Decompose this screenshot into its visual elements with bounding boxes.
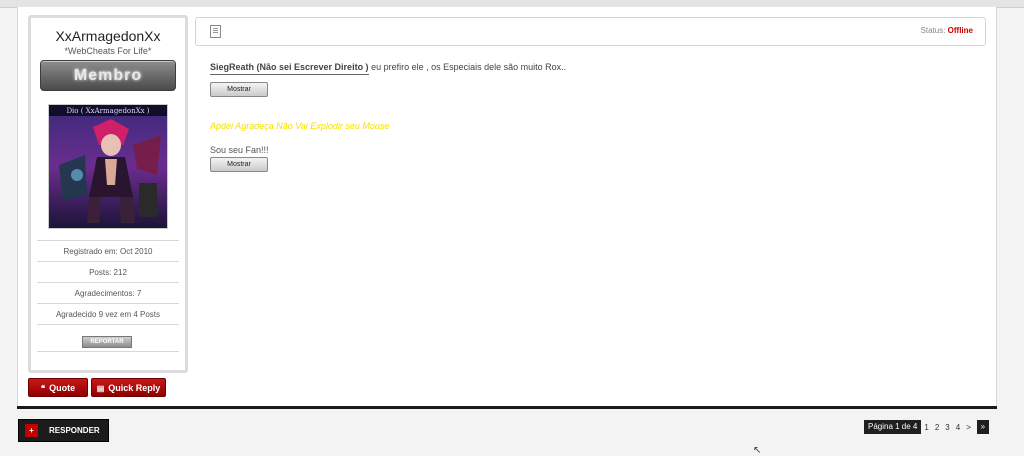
page-link-1[interactable]: 1 — [921, 423, 931, 432]
last-page-icon[interactable]: » — [976, 420, 989, 434]
post-text-line: SiegReath (Não sei Escrever Direito ) eu… — [210, 62, 567, 75]
registered-date: Registrado em: Oct 2010 — [37, 240, 179, 262]
avatar: Dio ( XxArmagedonXx ) — [48, 104, 168, 229]
spoiler-show-button-2[interactable]: Mostrar — [210, 157, 268, 172]
document-icon — [210, 25, 221, 38]
next-page-link[interactable]: > — [963, 423, 974, 432]
quick-reply-button[interactable]: ▤ Quick Reply — [91, 378, 166, 397]
page-link-4[interactable]: 4 — [953, 423, 963, 432]
username-link[interactable]: XxArmagedonXx — [31, 28, 185, 44]
quote-label: Quote — [49, 383, 76, 393]
frame-bottom-rule — [17, 406, 997, 409]
quote-icon: ❝ — [40, 384, 46, 393]
quick-reply-label: Quick Reply — [108, 383, 161, 393]
spoiler-show-button-1[interactable]: Mostrar — [210, 82, 268, 97]
post-header: Status: Offline — [195, 17, 986, 46]
stats-divider — [37, 324, 179, 325]
quote-button[interactable]: ❝ Quote — [28, 378, 88, 397]
report-divider — [37, 351, 179, 352]
page-link-2[interactable]: 2 — [932, 423, 942, 432]
user-panel: XxArmagedonXx *WebCheats For Life* Membr… — [28, 15, 188, 373]
pagination: Página 1 de 4 1 2 3 4 > » — [864, 420, 989, 434]
rank-badge: Membro — [40, 60, 176, 91]
post-count: Posts: 212 — [37, 261, 179, 283]
signature-fan-text: Sou seu Fan!!! — [210, 145, 269, 155]
avatar-caption: Dio ( XxArmagedonXx ) — [66, 107, 149, 115]
signature-yellow-text: Apdei Agradeça Não Vai Explodir seu Mous… — [210, 121, 390, 131]
quick-reply-icon: ▤ — [96, 384, 105, 393]
post-text-rest: eu prefiro ele , os Especiais dele são m… — [368, 62, 567, 72]
page-indicator: Página 1 de 4 — [864, 420, 922, 434]
post-text-bold: SiegReath (Não sei Escrever Direito ) — [210, 62, 369, 72]
report-button[interactable]: REPORTAR — [82, 336, 132, 348]
user-status: Status: Offline — [921, 26, 973, 35]
thanked-count: Agradecido 9 vez em 4 Posts — [37, 303, 179, 325]
plus-icon: + — [25, 424, 38, 437]
thanks-count: Agradecimentos: 7 — [37, 282, 179, 304]
page-link-3[interactable]: 3 — [942, 423, 952, 432]
reply-label: RESPONDER — [49, 426, 100, 435]
status-label: Status: — [920, 26, 946, 35]
status-value: Offline — [947, 26, 973, 35]
reply-button[interactable]: + RESPONDER — [18, 419, 109, 442]
user-title: *WebCheats For Life* — [64, 46, 152, 56]
